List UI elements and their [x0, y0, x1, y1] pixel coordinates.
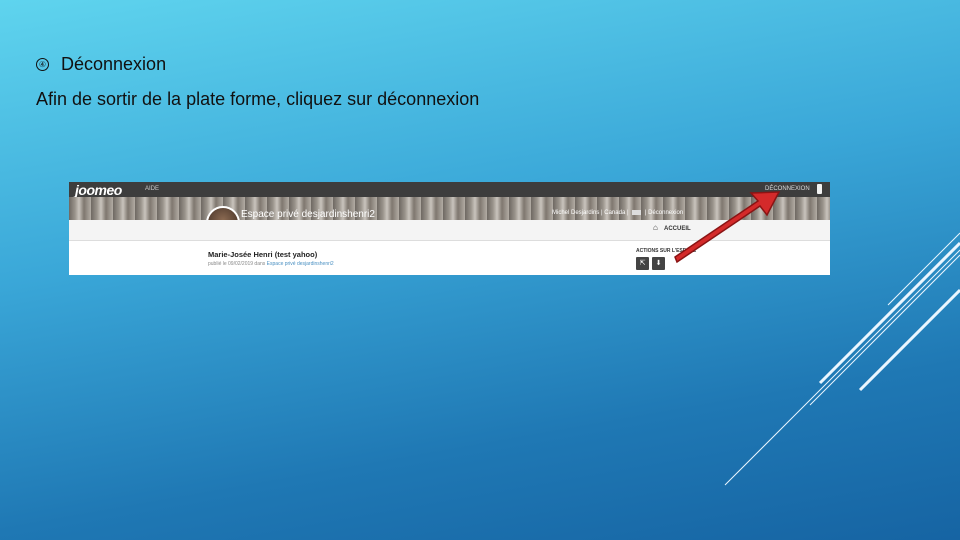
decorative-lines	[724, 232, 960, 486]
decorative-line-group	[724, 232, 960, 486]
